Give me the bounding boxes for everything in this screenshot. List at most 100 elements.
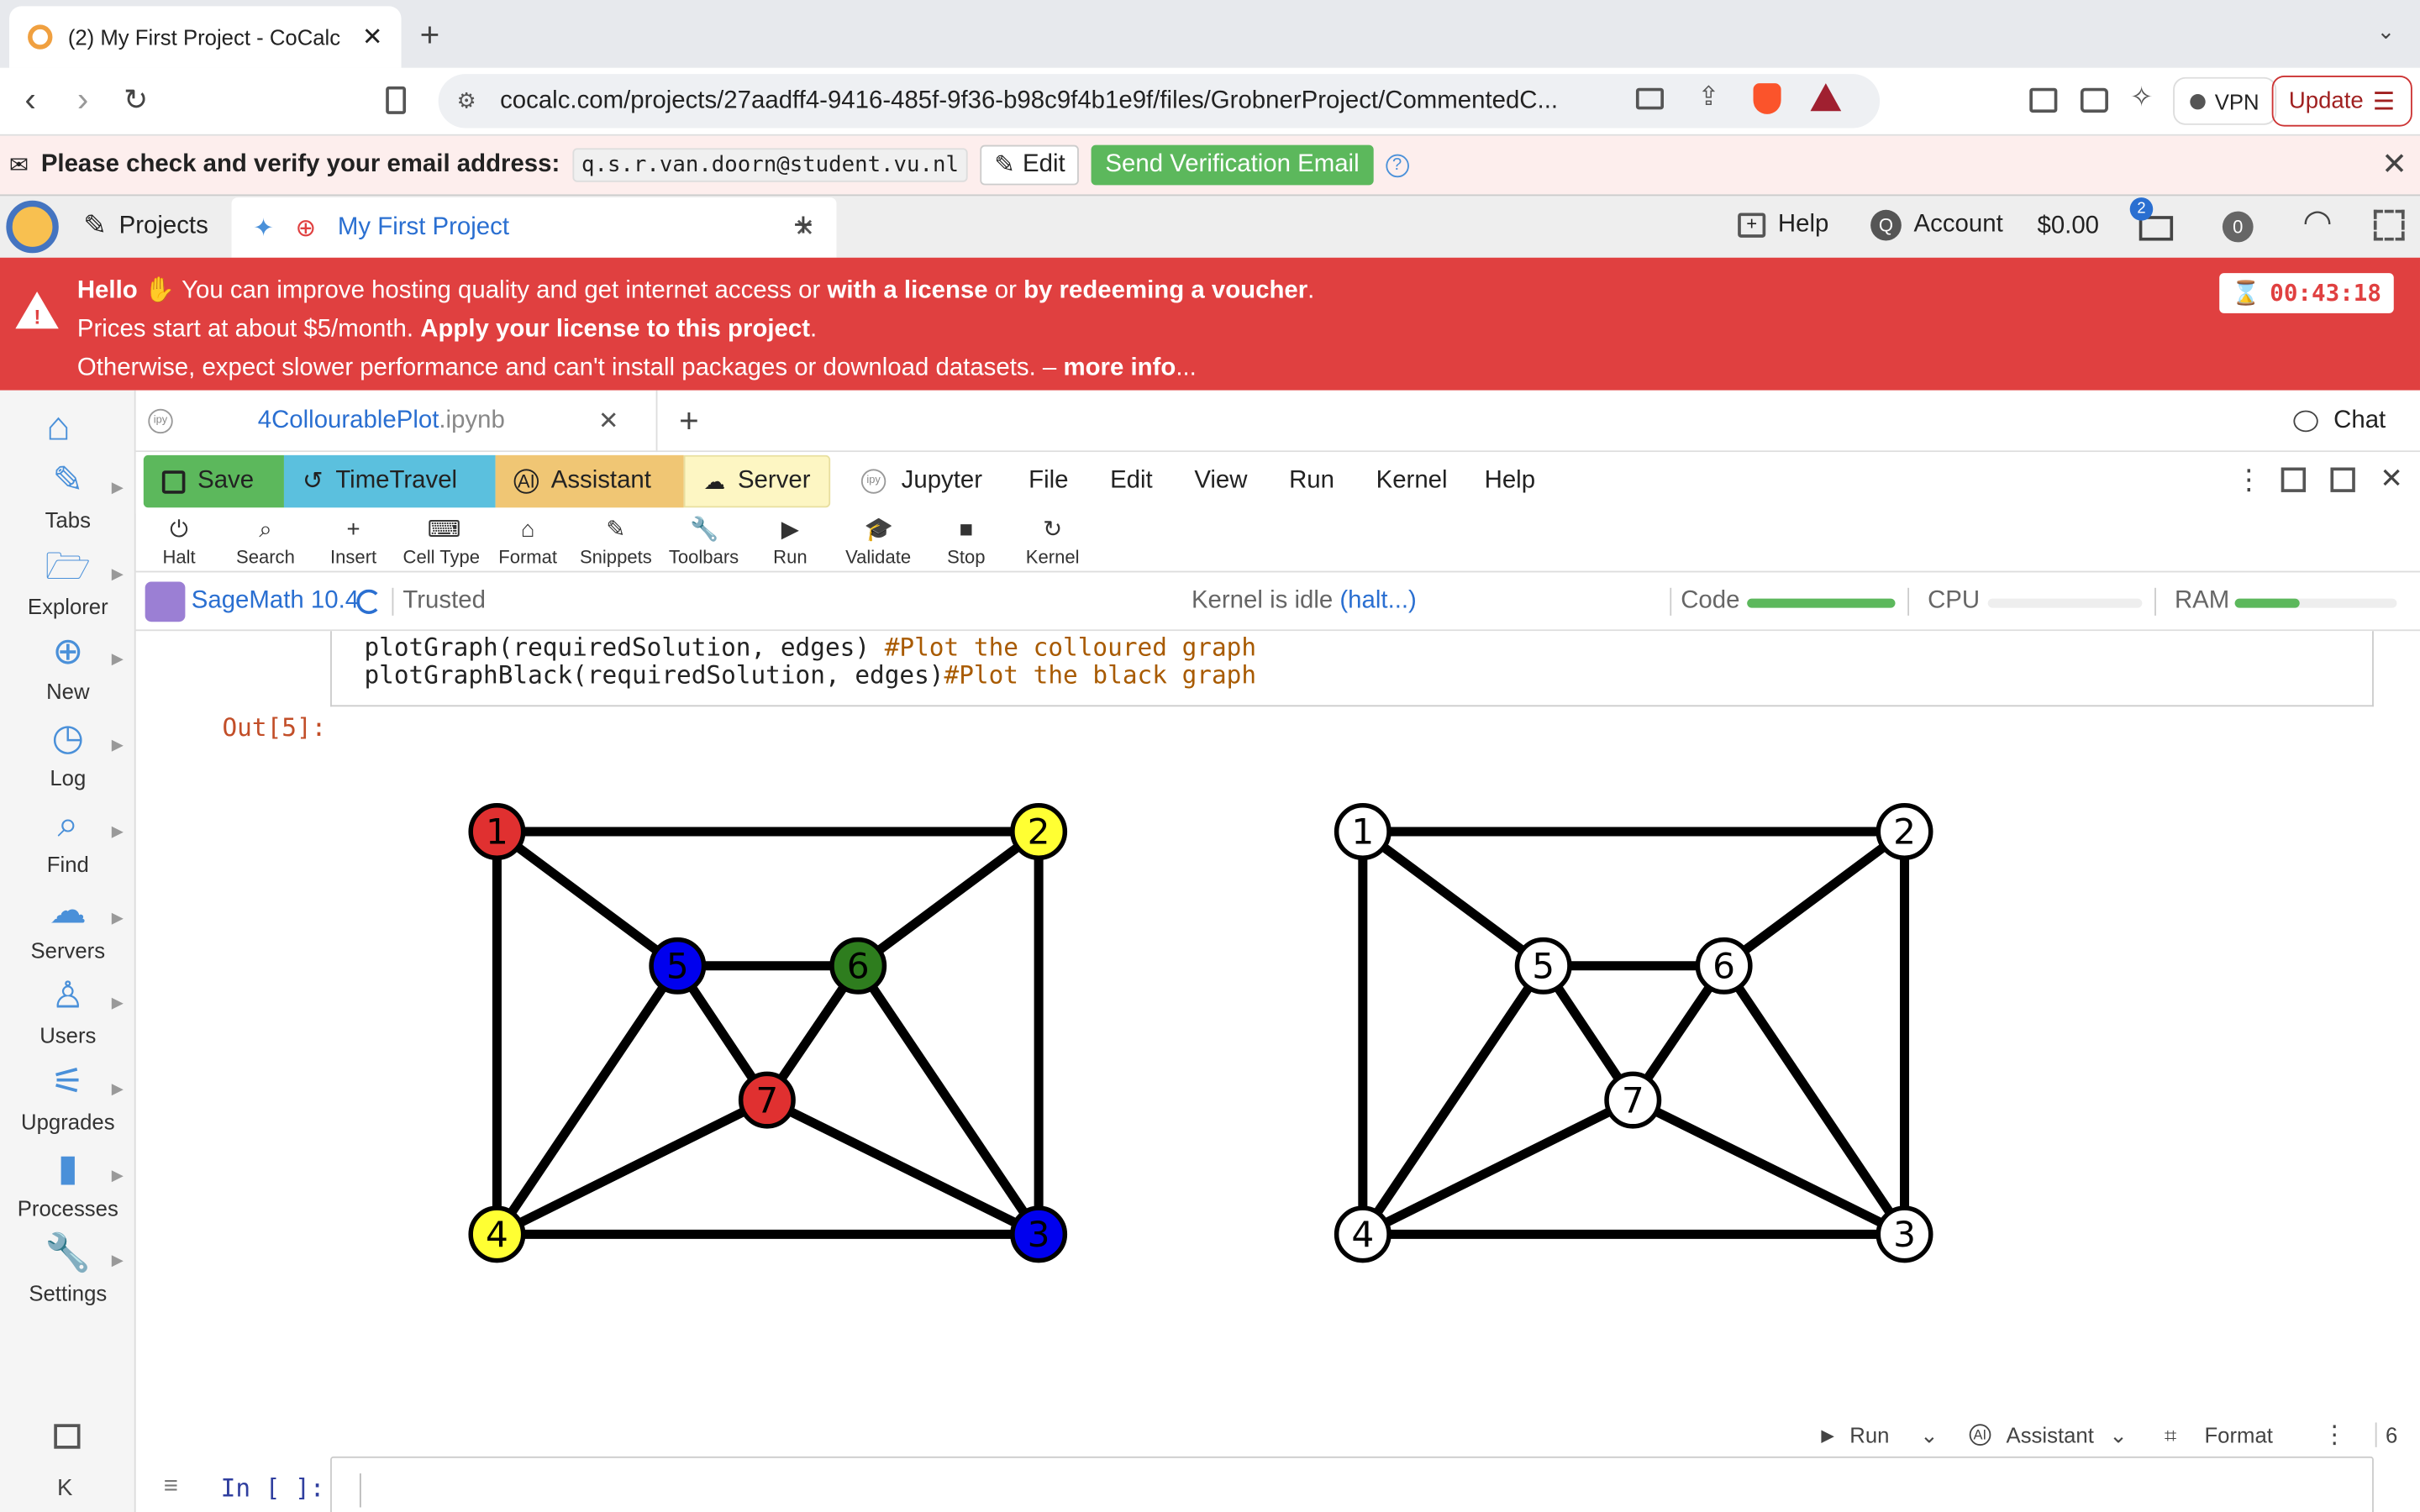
new-file-tab-icon[interactable]: + [679, 402, 699, 442]
fullscreen-icon[interactable] [2373, 209, 2405, 241]
new-project-tab-icon[interactable]: + [793, 205, 813, 245]
server-button[interactable]: ☁ Server [683, 454, 831, 508]
notifications-button[interactable]: 2 [2129, 197, 2176, 243]
cell-drag-handle-icon[interactable]: ≡ [164, 1473, 178, 1501]
sidebar-item-upgrades[interactable]: ⚟ Upgrades ▶ [0, 1060, 136, 1147]
brave-shield-icon[interactable] [1753, 83, 1781, 114]
save-button[interactable]: Save [143, 454, 284, 508]
chevron-down-icon[interactable]: ⌄ [2377, 18, 2396, 45]
license-banner: ! Hello ✋ You can improve hosting qualit… [0, 257, 2420, 391]
menu-view[interactable]: View [1194, 468, 1247, 496]
cocalc-logo-icon[interactable] [6, 200, 59, 254]
voucher-link[interactable]: by redeeming a voucher [1023, 278, 1307, 304]
cell-assistant-button[interactable]: Assistant [2007, 1422, 2094, 1446]
menu-jupyter[interactable]: Jupyter [902, 468, 982, 496]
file-tab[interactable]: ipy 4CollourablePlot.ipynb ✕ [136, 390, 658, 453]
sidebar-item-new[interactable]: ⊕ New ▶ [0, 630, 136, 717]
kernel-name[interactable]: SageMath 10.4 [192, 588, 359, 616]
send-verification-button[interactable]: Send Verification Email [1091, 144, 1374, 186]
sidebar-item-processes[interactable]: ▮ Processes ▶ [0, 1146, 136, 1232]
help-circle-icon[interactable]: ? [1385, 153, 1409, 177]
bookmark-icon[interactable] [386, 86, 407, 114]
assistant-button[interactable]: AI Assistant [495, 454, 684, 508]
toolbar-validate-button[interactable]: 🎓 Validate [835, 514, 922, 568]
toolbar-snippets-button[interactable]: ✎ Snippets [572, 514, 659, 568]
close-icon[interactable]: ✕ [362, 22, 383, 53]
wallet-icon[interactable] [2080, 87, 2108, 113]
menu-file[interactable]: File [1028, 468, 1068, 496]
sidebar-item-users[interactable]: ♙ Users ▶ [0, 974, 136, 1060]
sidebar-item-find[interactable]: ⌕ Find ▶ [0, 802, 136, 889]
balance[interactable]: $0.00 [2037, 213, 2099, 240]
input-cell[interactable] [330, 1456, 2374, 1512]
cast-icon[interactable] [1635, 87, 1664, 110]
reload-icon[interactable]: ↻ [124, 83, 148, 118]
cpu-meter [1987, 598, 2143, 608]
toolbar-button-label: Cell Type [402, 546, 481, 568]
update-button[interactable]: Update ☰ [2271, 75, 2412, 127]
project-tab[interactable]: ✦ ⊕ My First Project ✕ [231, 197, 837, 260]
toolbar-search-button[interactable]: ⌕ Search [222, 514, 308, 568]
split-vertical-icon[interactable] [2330, 467, 2355, 492]
chevron-down-icon[interactable]: ⌄ [2109, 1422, 2128, 1448]
toolbar-run-button[interactable]: ▶ Run [747, 514, 834, 568]
menu-kernel[interactable]: Kernel [1376, 468, 1448, 496]
more-vertical-icon[interactable]: ⋮ [2323, 1420, 2347, 1451]
menu-run[interactable]: Run [1289, 468, 1334, 496]
chat-button[interactable]: Chat [2293, 407, 2386, 435]
close-icon[interactable]: ✕ [598, 406, 619, 437]
more-info-link[interactable]: more info [1063, 354, 1176, 381]
projects-nav-button[interactable]: ✎ Projects [83, 210, 208, 243]
sidebar-item-log[interactable]: ◷ Log ▶ [0, 716, 136, 802]
url-bar[interactable]: ⚙ cocalc.com/projects/27aadff4-9416-485f… [438, 74, 1881, 129]
back-icon[interactable]: ‹ [24, 81, 35, 121]
collapse-sidebar-icon[interactable]: K [57, 1475, 72, 1501]
edit-email-button[interactable]: ✎ Edit [980, 144, 1080, 186]
apply-license-link[interactable]: Apply your license to this project [420, 317, 810, 343]
chevron-down-icon[interactable]: ⌄ [1920, 1422, 1939, 1448]
license-link[interactable]: with a license [827, 278, 987, 304]
browser-tab[interactable]: (2) My First Project - CoCalc ✕ [9, 6, 402, 68]
toolbar-halt-button[interactable]: ⏻ Halt [136, 514, 223, 568]
sidebar-toggle-icon[interactable] [2029, 87, 2058, 113]
menu-help[interactable]: Help [1485, 468, 1535, 496]
toolbar-format-button[interactable]: ⌂ Format [485, 514, 571, 568]
cell-run-button[interactable]: Run [1849, 1422, 1889, 1446]
help-nav-button[interactable]: + Help [1738, 212, 1828, 239]
more-vertical-icon[interactable]: ⋮ [2235, 465, 2263, 497]
power-icon: ⏻ [170, 517, 188, 543]
toolbar-button-label: Run [773, 546, 808, 568]
sidebar-item-settings[interactable]: 🔧 Settings ▶ [0, 1231, 136, 1318]
share-icon[interactable]: ⇪ [1697, 81, 1719, 113]
sidebar-item-tabs[interactable]: ✎ Tabs ▶ [0, 459, 136, 545]
brave-rewards-icon[interactable] [1810, 83, 1842, 112]
leo-ai-icon[interactable]: ✧ [2130, 81, 2154, 114]
site-info-icon[interactable]: ⚙ [457, 88, 476, 114]
toolbar-kernel-button[interactable]: ↻ Kernel [1009, 514, 1096, 568]
toolbar-insert-button[interactable]: + Insert [310, 514, 397, 568]
vpn-button[interactable]: VPN [2173, 76, 2276, 125]
home-icon[interactable]: ⌂ [46, 402, 71, 450]
toolbar-stop-button[interactable]: ■ Stop [923, 514, 1009, 568]
wifi-icon[interactable]: ◠ [2302, 202, 2332, 243]
forward-icon[interactable]: › [77, 81, 88, 121]
timetravel-button[interactable]: ↺ TimeTravel [283, 454, 496, 508]
new-tab-icon[interactable]: + [420, 15, 440, 55]
halt-link[interactable]: (halt...) [1339, 588, 1416, 614]
toolbar-toolbars-button[interactable]: 🔧 Toolbars [660, 514, 747, 568]
project-sidebar: ⌂ ✎ Tabs ▶ 🗁 Explorer ▶ ⊕ New ▶ ◷ Log ▶ ⌕ Find ▶ ☁ Serve… [0, 390, 136, 1512]
counter-badge[interactable]: 0 [2222, 211, 2254, 243]
trusted-label[interactable]: Trusted [392, 587, 486, 616]
menu-edit[interactable]: Edit [1110, 468, 1153, 496]
account-nav-button[interactable]: Q Account [1870, 209, 2003, 241]
panel-toggle-icon[interactable] [54, 1424, 81, 1449]
sidebar-item-explorer[interactable]: 🗁 Explorer ▶ [0, 544, 136, 631]
code-cell[interactable]: plotGraph(requiredSolution, edges) #Plot… [330, 631, 2374, 707]
close-banner-icon[interactable]: ✕ [2381, 145, 2407, 184]
sidebar-item-servers[interactable]: ☁ Servers ▶ [0, 888, 136, 974]
close-frame-icon[interactable]: ✕ [2380, 463, 2403, 496]
toolbar-cell-type-button[interactable]: ⌨ Cell Type [398, 514, 485, 568]
cell-format-button[interactable]: Format [2204, 1422, 2272, 1446]
split-horizontal-icon[interactable] [2281, 467, 2307, 492]
run-icon: ▶ [781, 517, 799, 543]
